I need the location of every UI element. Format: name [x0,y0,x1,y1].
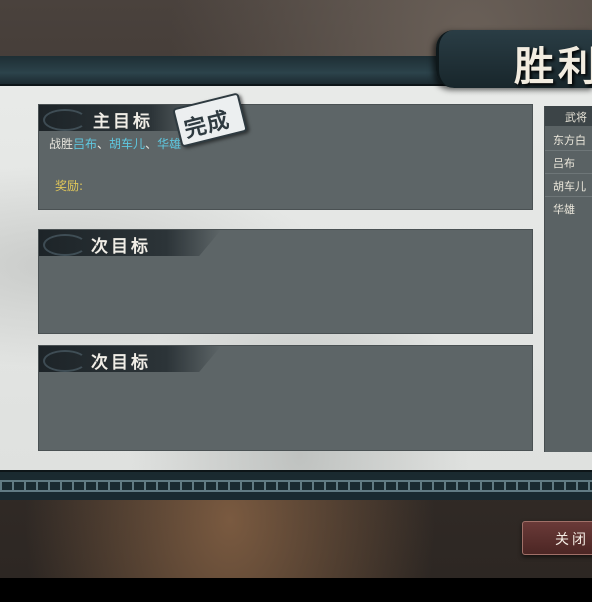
close-button-label: 关闭 [555,532,589,548]
generals-panel: 武将 东方白 吕布 胡车儿 华雄 [544,106,592,452]
target-name: 吕布 [73,137,98,151]
generals-header-label: 武将 [565,111,587,124]
reward-label: 奖励: [55,179,84,193]
objective-prefix: 战胜 [49,137,74,151]
separator: 、 [97,137,110,151]
close-button[interactable]: 关闭 [522,521,592,555]
screen-title: 胜利 [514,43,592,90]
generals-header: 武将 [545,106,592,126]
main-objective-text: 战胜吕布、胡车儿、华雄 [49,135,181,152]
meander-border-pattern [0,480,592,492]
secondary-objective-title: 次目标 [91,353,151,373]
secondary-objective-title: 次目标 [91,237,151,257]
row-divider [545,173,592,174]
bottom-letterbox [0,578,592,602]
secondary-objective-box: 次目标 [38,229,533,334]
cloud-swirl-icon [43,350,87,372]
secondary-objective-box: 次目标 [38,345,533,451]
main-objective-box: 主目标 战胜吕布、胡车儿、华雄 奖励: [38,104,533,210]
general-row: 吕布 [553,157,575,170]
scroll-bottom-rail [0,470,592,500]
general-row: 东方白 [553,134,586,147]
row-divider [545,196,592,197]
separator: 、 [145,137,158,151]
general-row: 华雄 [553,203,575,216]
target-name: 华雄 [157,137,182,151]
target-name: 胡车儿 [109,137,146,151]
cloud-swirl-icon [43,234,87,256]
general-row: 胡车儿 [553,180,586,193]
main-objective-title: 主目标 [93,112,153,132]
cloud-swirl-icon [43,109,87,131]
row-divider [545,150,592,151]
